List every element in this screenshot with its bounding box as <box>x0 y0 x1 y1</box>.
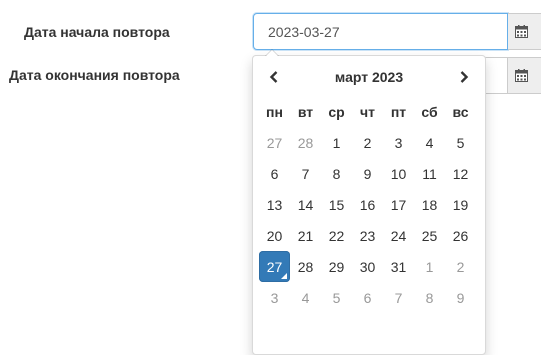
end-date-calendar-button[interactable] <box>508 57 541 94</box>
weekday-header: пт <box>390 103 407 120</box>
day-cell[interactable]: 12 <box>445 158 476 189</box>
day-cell[interactable]: 20 <box>259 220 290 251</box>
day-cell[interactable]: 1 <box>321 127 352 158</box>
day-cell[interactable]: 2 <box>445 251 476 282</box>
chevron-right-icon <box>460 71 469 83</box>
day-cell[interactable]: 4 <box>414 127 445 158</box>
day-cell[interactable]: 28 <box>290 251 321 282</box>
datepicker-header: март 2023 <box>259 62 479 92</box>
day-cell[interactable]: 24 <box>383 220 414 251</box>
day-cell[interactable]: 7 <box>290 158 321 189</box>
datepicker-caret-inner <box>266 50 278 56</box>
weekday-header: вт <box>297 103 314 120</box>
day-cell[interactable]: 17 <box>383 189 414 220</box>
day-cell[interactable]: 3 <box>259 282 290 313</box>
day-cell[interactable]: 13 <box>259 189 290 220</box>
start-date-calendar-button[interactable] <box>508 13 541 50</box>
month-year-title[interactable]: март 2023 <box>335 69 403 85</box>
day-cell[interactable]: 21 <box>290 220 321 251</box>
weekday-header: сб <box>421 103 438 120</box>
weekday-header: вс <box>452 103 469 120</box>
next-month-button[interactable] <box>449 62 479 92</box>
day-cell[interactable]: 31 <box>383 251 414 282</box>
day-cell[interactable]: 15 <box>321 189 352 220</box>
day-cell[interactable]: 1 <box>414 251 445 282</box>
prev-month-button[interactable] <box>259 62 289 92</box>
day-cell[interactable]: 27 <box>259 127 290 158</box>
weekday-header: ср <box>328 103 345 120</box>
day-cell[interactable]: 25 <box>414 220 445 251</box>
day-cell[interactable]: 11 <box>414 158 445 189</box>
end-date-label: Дата окончания повтора <box>9 67 180 83</box>
calendar-icon <box>515 25 528 38</box>
datepicker-popup: март 2023 пн вт ср чт пт сб вс 27 28 1 2 3 4 5 6 7 8 9 10 1… <box>252 49 486 355</box>
day-cell[interactable]: 9 <box>445 282 476 313</box>
day-cell[interactable]: 19 <box>445 189 476 220</box>
calendar-icon <box>515 69 528 82</box>
day-cell[interactable]: 5 <box>445 127 476 158</box>
day-cell[interactable]: 3 <box>383 127 414 158</box>
day-cell[interactable]: 28 <box>290 127 321 158</box>
weekday-header: пн <box>266 103 283 120</box>
selected-day-cell[interactable]: 27 <box>259 251 290 282</box>
day-cell[interactable]: 8 <box>414 282 445 313</box>
day-cell[interactable]: 5 <box>321 282 352 313</box>
day-cell[interactable]: 14 <box>290 189 321 220</box>
day-cell[interactable]: 4 <box>290 282 321 313</box>
day-cell[interactable]: 18 <box>414 189 445 220</box>
day-cell[interactable]: 26 <box>445 220 476 251</box>
weekday-header: чт <box>360 103 375 120</box>
day-cell[interactable]: 9 <box>352 158 383 189</box>
day-cell[interactable]: 30 <box>352 251 383 282</box>
day-cell[interactable]: 16 <box>352 189 383 220</box>
day-cell[interactable]: 6 <box>259 158 290 189</box>
day-cell[interactable]: 22 <box>321 220 352 251</box>
day-cell[interactable]: 23 <box>352 220 383 251</box>
start-date-input[interactable] <box>253 13 508 50</box>
day-cell[interactable]: 29 <box>321 251 352 282</box>
day-cell[interactable]: 10 <box>383 158 414 189</box>
calendar-grid: пн вт ср чт пт сб вс 27 28 1 2 3 4 5 6 7 8 9 10 11 12 13 14 15 1… <box>259 96 476 313</box>
day-cell[interactable]: 2 <box>352 127 383 158</box>
day-cell[interactable]: 6 <box>352 282 383 313</box>
chevron-left-icon <box>269 71 278 83</box>
day-cell[interactable]: 8 <box>321 158 352 189</box>
start-date-label: Дата начала повтора <box>24 24 170 40</box>
day-cell[interactable]: 7 <box>383 282 414 313</box>
